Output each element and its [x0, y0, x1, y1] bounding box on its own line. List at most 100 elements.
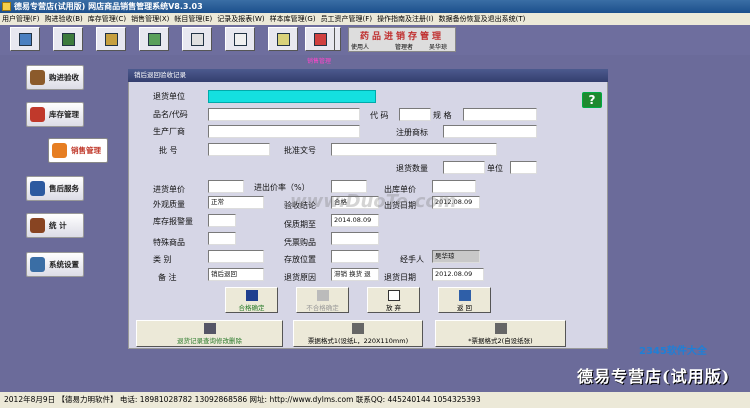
warning-icon: [316, 290, 329, 301]
label-handler: 经手人: [400, 255, 424, 264]
qty-input[interactable]: [443, 161, 485, 174]
checklist-button[interactable]: [225, 27, 255, 51]
label-remark: 备 注: [158, 273, 177, 282]
confirm-button[interactable]: 合格确定: [225, 287, 278, 313]
confirm-label: 合格确定: [238, 304, 265, 312]
records-button[interactable]: 退货记录查询修改删除: [136, 320, 283, 347]
menu-guide[interactable]: 操作指南及注册(I): [377, 15, 434, 23]
records-label: 退货记录查询修改删除: [177, 337, 242, 345]
storage-input[interactable]: [331, 250, 379, 263]
back-icon: [458, 290, 471, 301]
discard-button[interactable]: 放 弃: [367, 287, 420, 313]
chart-icon: [277, 33, 290, 46]
help-button[interactable]: ?: [582, 92, 602, 108]
purchase-price-input[interactable]: [208, 180, 244, 193]
menu-staff[interactable]: 员工资产管理(F): [321, 15, 373, 23]
exit-button[interactable]: [305, 27, 335, 51]
watermark: www.DuoTe.com: [290, 191, 457, 212]
special-input[interactable]: [208, 232, 236, 245]
expiry-input[interactable]: 2014.08.09: [331, 214, 379, 227]
trademark-input[interactable]: [443, 125, 537, 138]
menu-user[interactable]: 用户管理(F): [2, 15, 40, 23]
label-spec: 规 格: [433, 111, 452, 120]
print1-button[interactable]: 票据格式1(设纸L，220X110mm): [293, 320, 423, 347]
nav-aftersales[interactable]: 售后服务: [26, 176, 84, 201]
label-appearance: 外观质量: [153, 200, 185, 209]
exit-icon: [314, 33, 327, 46]
back-button[interactable]: 返 回: [438, 287, 491, 313]
checklist-icon: [234, 33, 247, 46]
menu-backup[interactable]: 数据备份恢复及退出系统(T): [439, 15, 526, 23]
contract-icon: [62, 33, 75, 46]
category-input[interactable]: [208, 250, 264, 263]
refresh-icon: [19, 33, 32, 46]
label-special: 特殊商品: [153, 238, 185, 247]
prescription-input[interactable]: [331, 232, 379, 245]
manufacturer-input[interactable]: [208, 125, 360, 138]
nav-sales-label: 销售管理: [71, 146, 101, 155]
remark-input[interactable]: 销后退回: [208, 268, 264, 281]
window-title: 德易专营店(试用版) 网店商品销售管理系统V8.3.03: [14, 2, 203, 11]
refresh-button[interactable]: [10, 27, 40, 51]
reject-button[interactable]: 不合格确定: [296, 287, 349, 313]
spec-input[interactable]: [463, 108, 537, 121]
register-button[interactable]: [139, 27, 169, 51]
chart-button[interactable]: [268, 27, 298, 51]
menu-bar: 用户管理(F) 购进验收(B) 库存管理(C) 销售管理(X) 帐目管理(E) 记录及报表…: [0, 13, 750, 25]
nav-inventory-label: 库存管理: [49, 110, 79, 119]
app-icon: [2, 2, 11, 11]
code-input[interactable]: [399, 108, 431, 121]
menu-samples[interactable]: 样本库管理(G): [270, 15, 316, 23]
menu-sales[interactable]: 销售管理(X): [131, 15, 169, 23]
appearance-input[interactable]: 正常: [208, 196, 264, 209]
notepad-icon: [191, 33, 204, 46]
search-doc-button[interactable]: [96, 27, 126, 51]
status-bar: 2012年8月9日 【德易力明软件】 电话: 18981028782 13092…: [0, 392, 750, 408]
label-return-unit: 退货单位: [153, 92, 185, 101]
brand-user-name: 吴华琼: [429, 44, 448, 51]
handler-input[interactable]: 吴华琼: [432, 250, 480, 263]
menu-inventory[interactable]: 库存管理(C): [88, 15, 126, 23]
brand-role: 管理者: [395, 44, 414, 51]
label-category: 类 别: [153, 255, 172, 264]
reason-input[interactable]: 滞销 换货 退: [331, 268, 379, 281]
alert-input[interactable]: [208, 214, 236, 227]
menu-accounts[interactable]: 帐目管理(E): [174, 15, 212, 23]
approval-input[interactable]: [331, 143, 497, 156]
return-date-input[interactable]: 2012.08.09: [432, 268, 484, 281]
label-batch: 批 号: [159, 146, 178, 155]
product-input[interactable]: [208, 108, 360, 121]
menu-records[interactable]: 记录及报表(W): [217, 15, 264, 23]
sales-icon: [52, 143, 67, 158]
brand-user-label: 使用人: [351, 44, 370, 51]
unit-input[interactable]: [510, 161, 537, 174]
print2-button[interactable]: *票据格式2(自设纸张): [435, 320, 566, 347]
nav-purchase[interactable]: 购进验收: [26, 65, 84, 90]
cart-icon: [30, 70, 45, 85]
notepad-button[interactable]: [182, 27, 212, 51]
label-reason: 退货原因: [284, 273, 316, 282]
nav-statistics[interactable]: 统 计: [26, 213, 84, 238]
left-nav: 购进验收 库存管理 销售管理 售后服务 统 计 系统设置: [0, 56, 130, 390]
batch-input[interactable]: [208, 143, 270, 156]
printer-icon: [494, 323, 507, 334]
corner-brand: 2345软件大全 德易专营店(试用版): [577, 342, 750, 390]
nav-settings[interactable]: 系统设置: [26, 252, 84, 277]
form-title: 销后退回验收记录: [128, 69, 608, 82]
contract-button[interactable]: [53, 27, 83, 51]
nav-sales[interactable]: 销售管理: [48, 138, 108, 163]
corner-logo: 2345软件大全: [639, 346, 707, 357]
service-icon: [30, 181, 45, 196]
label-unit: 单位: [487, 164, 503, 173]
label-expiry: 保质期至: [284, 220, 316, 229]
corner-slogan: 德易专营店(试用版): [577, 367, 731, 386]
sales-caption: 销售管理: [307, 58, 332, 65]
nav-inventory[interactable]: 库存管理: [26, 102, 84, 127]
label-approval: 批准文号: [284, 146, 316, 155]
print1-label: 票据格式1(设纸L，220X110mm): [307, 337, 409, 345]
menu-purchase[interactable]: 购进验收(B): [45, 15, 83, 23]
nav-aftersales-label: 售后服务: [49, 184, 79, 193]
return-unit-input[interactable]: [208, 90, 376, 103]
title-bar: 德易专营店(试用版) 网店商品销售管理系统V8.3.03: [0, 0, 750, 13]
brand-panel: 药品进销存管理 使用人 管理者 吴华琼: [348, 27, 456, 52]
